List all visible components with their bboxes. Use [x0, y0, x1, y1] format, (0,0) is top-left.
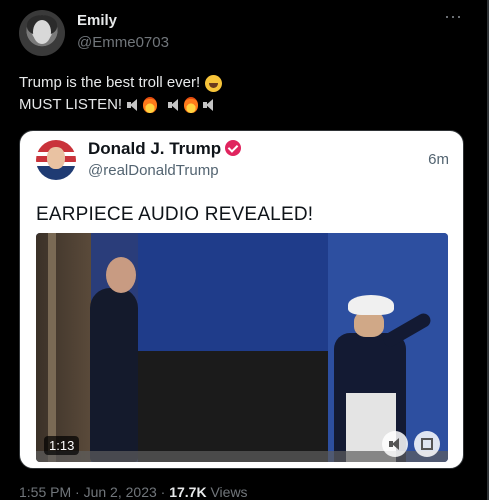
tweet-line-1-text: Trump is the best troll ever! — [19, 74, 201, 91]
verified-badge-icon — [225, 140, 242, 156]
tweet-line-2-text: MUST LISTEN! — [19, 96, 123, 113]
video-figure-right-cap — [348, 295, 394, 315]
fullscreen-icon-frame — [421, 438, 433, 450]
video-shadow — [138, 351, 328, 462]
quoted-post-text: EARPIECE AUDIO REVEALED! — [36, 204, 314, 225]
fire-emoji-icon — [184, 97, 199, 113]
quoted-timestamp[interactable]: 6m — [428, 151, 449, 168]
post-time[interactable]: 1:55 PM — [19, 484, 71, 500]
meta-separator: · — [71, 484, 84, 500]
tweet-line-2: MUST LISTEN! — [19, 94, 222, 116]
tweet-text: Trump is the best troll ever! MUST LISTE… — [19, 72, 223, 116]
more-options-icon[interactable]: ⋯ — [444, 8, 463, 26]
speaker-icon — [167, 98, 181, 112]
author-handle[interactable]: @Emme0703 — [77, 34, 169, 51]
volume-icon[interactable] — [382, 431, 408, 457]
fire-emoji-icon — [143, 97, 158, 113]
video-bg-left — [36, 233, 91, 462]
speaker-icon — [126, 98, 140, 112]
quoted-avatar[interactable] — [36, 140, 76, 180]
tweet-line-1: Trump is the best troll ever! — [19, 72, 223, 94]
quoted-author-name[interactable]: Donald J. Trump — [88, 139, 242, 159]
video-figure-left-head — [106, 257, 136, 293]
author-name[interactable]: Emily — [77, 12, 117, 29]
quoted-author-name-text: Donald J. Trump — [88, 139, 222, 158]
views-label: Views — [206, 484, 248, 500]
post-meta: 1:55 PM · Jun 2, 2023 · 17.7K Views — [19, 484, 248, 500]
meta-separator: · — [156, 484, 170, 500]
fullscreen-icon[interactable] — [414, 431, 440, 457]
avatar[interactable] — [19, 10, 65, 56]
views-count[interactable]: 17.7K — [169, 484, 206, 500]
avatar-face — [33, 20, 51, 44]
video-duration-badge: 1:13 — [44, 436, 80, 455]
post-date[interactable]: Jun 2, 2023 — [84, 484, 157, 500]
quoted-avatar-face — [47, 147, 65, 169]
laughing-emoji-icon — [205, 74, 223, 92]
speaker-icon — [202, 98, 216, 112]
quoted-author-handle[interactable]: @realDonaldTrump — [88, 162, 219, 179]
video-player[interactable]: 1:13 — [36, 233, 448, 462]
video-figure-left-body — [90, 288, 138, 462]
video-pole — [48, 233, 56, 462]
quoted-post-card[interactable]: Donald J. Trump @realDonaldTrump 6m EARP… — [19, 130, 464, 469]
